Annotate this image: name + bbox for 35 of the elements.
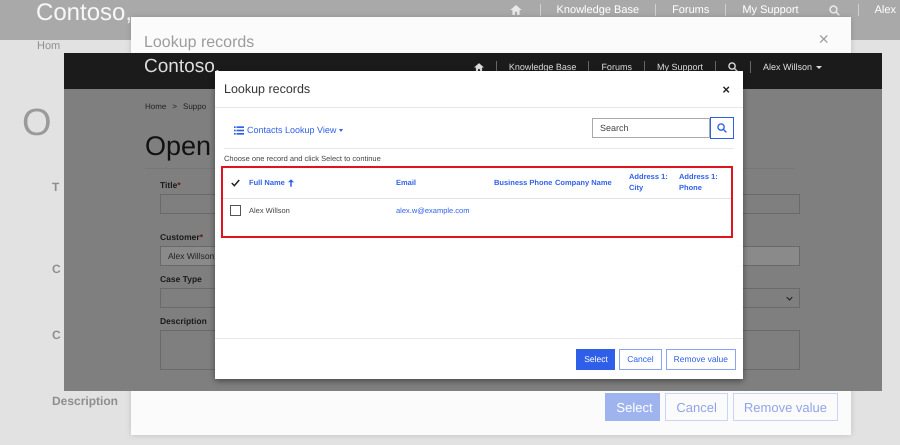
search-button[interactable]	[710, 116, 734, 138]
search-icon	[717, 122, 727, 132]
list-icon	[234, 126, 244, 134]
field-label: T	[52, 180, 60, 194]
dialog-button[interactable]: Remove value	[666, 348, 736, 370]
field-label: Title*	[160, 180, 181, 190]
dialog-button[interactable]: Cancel	[619, 348, 662, 370]
user-menu[interactable]: Alex Willson	[762, 62, 822, 72]
breadcrumb-link[interactable]: Home	[145, 102, 166, 111]
field-label: C	[52, 262, 61, 276]
row-checkbox[interactable]	[230, 204, 240, 216]
field-label: Case Type	[160, 274, 202, 284]
dialog-title: Lookup records	[224, 82, 310, 96]
breadcrumb-link[interactable]: Suppo	[183, 102, 206, 111]
field-label: Customer*	[160, 232, 203, 242]
site-logo: Contoso,	[36, 0, 132, 27]
close-button[interactable]: ×	[722, 82, 730, 96]
breadcrumb-separator: >	[172, 102, 178, 111]
page-heading: Open	[145, 131, 212, 162]
chevron-down-icon	[786, 296, 793, 300]
page-heading: O	[22, 102, 52, 145]
search-icon[interactable]	[728, 62, 738, 72]
checkmark-icon	[230, 179, 240, 187]
search-field[interactable]: Search	[592, 118, 710, 138]
dialog-button[interactable]: Select	[576, 348, 616, 370]
field-label: C	[52, 328, 61, 342]
nav-link[interactable]: Knowledge Base	[508, 62, 576, 72]
nav-link[interactable]: My Support	[656, 62, 703, 72]
dialog-title: Lookup records	[144, 34, 254, 52]
view-selector[interactable]: Contacts Lookup View	[224, 125, 344, 135]
field-label: Description	[52, 394, 118, 408]
site-logo: Contoso,	[144, 56, 220, 78]
nav-link[interactable]: Forums	[601, 62, 632, 72]
field-label: Description	[160, 316, 207, 326]
home-icon[interactable]	[474, 62, 484, 72]
